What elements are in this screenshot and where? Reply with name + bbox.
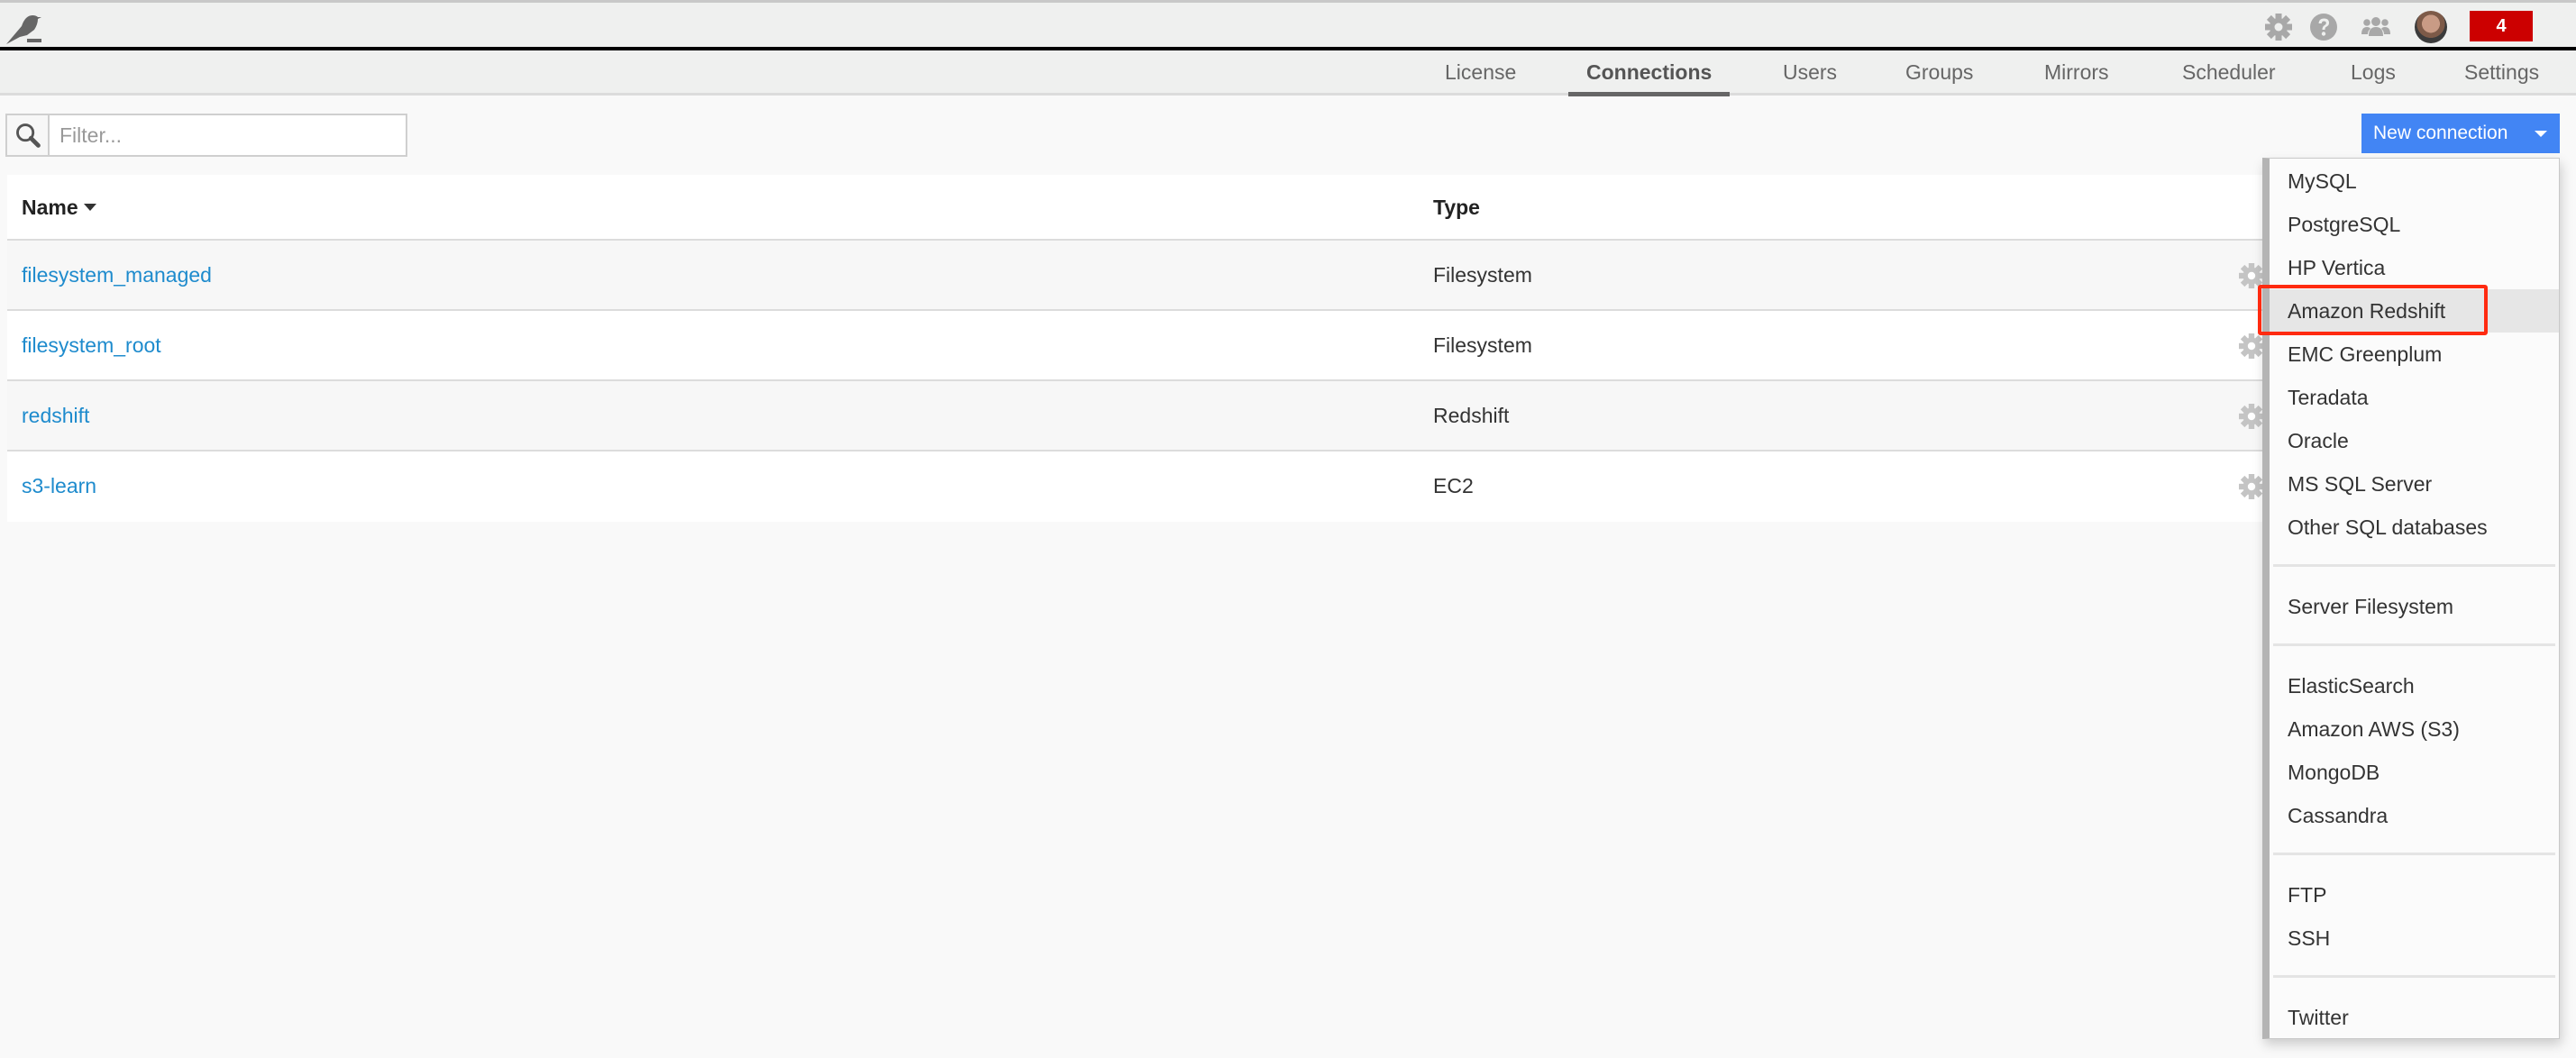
tab-connections[interactable]: Connections [1567, 50, 1731, 96]
column-header-name[interactable]: Name [22, 175, 96, 240]
menu-item-amazon-redshift[interactable]: Amazon Redshift [2270, 289, 2559, 333]
menu-divider [2273, 975, 2555, 978]
tab-license[interactable]: License [1445, 50, 1516, 93]
connection-type: Filesystem [1433, 333, 1532, 357]
menu-item-mongodb[interactable]: MongoDB [2270, 751, 2559, 794]
column-name-label: Name [22, 196, 78, 219]
sort-desc-icon [83, 203, 96, 211]
tab-settings[interactable]: Settings [2464, 50, 2539, 93]
menu-item-twitter[interactable]: Twitter [2270, 996, 2559, 1039]
table-row: s3-learn EC2 [7, 451, 2558, 522]
menu-item-amazon-s3[interactable]: Amazon AWS (S3) [2270, 707, 2559, 751]
menu-item-ftp[interactable]: FTP [2270, 873, 2559, 917]
column-header-type[interactable]: Type [1433, 175, 1480, 240]
connection-type: EC2 [1433, 474, 1474, 497]
new-connection-label: New connection [2373, 123, 2508, 143]
menu-item-ssh[interactable]: SSH [2270, 917, 2559, 960]
table-row: filesystem_managed Filesystem [7, 241, 2558, 311]
new-connection-button[interactable]: New connection [2361, 114, 2560, 153]
notification-badge[interactable]: 4 [2470, 11, 2533, 41]
menu-item-mysql[interactable]: MySQL [2270, 160, 2559, 203]
menu-item-postgresql[interactable]: PostgreSQL [2270, 203, 2559, 246]
tab-groups[interactable]: Groups [1905, 50, 1973, 93]
gear-icon[interactable] [2263, 12, 2294, 42]
filter-input[interactable] [52, 115, 404, 155]
tab-mirrors[interactable]: Mirrors [2044, 50, 2109, 93]
new-connection-menu: MySQL PostgreSQL HP Vertica Amazon Redsh… [2262, 158, 2560, 1039]
tab-logs[interactable]: Logs [2351, 50, 2396, 93]
connection-type: Filesystem [1433, 263, 1532, 287]
connection-name-link[interactable]: filesystem_root [22, 311, 161, 379]
menu-item-other-sql[interactable]: Other SQL databases [2270, 506, 2559, 549]
menu-divider [2273, 643, 2555, 646]
filter-box [5, 114, 407, 157]
tab-scheduler[interactable]: Scheduler [2182, 50, 2276, 93]
table-row: filesystem_root Filesystem [7, 311, 2558, 381]
table-header: Name Type [7, 175, 2558, 241]
table-body: filesystem_managed Filesystem filesystem… [7, 241, 2558, 522]
menu-item-elasticsearch[interactable]: ElasticSearch [2270, 664, 2559, 707]
menu-item-hp-vertica[interactable]: HP Vertica [2270, 246, 2559, 289]
top-header: 4 [0, 0, 2576, 50]
caret-down-icon [2535, 131, 2547, 137]
help-icon[interactable] [2308, 12, 2339, 42]
menu-item-oracle[interactable]: Oracle [2270, 419, 2559, 462]
menu-item-ms-sql-server[interactable]: MS SQL Server [2270, 462, 2559, 506]
connection-name-link[interactable]: filesystem_managed [22, 241, 212, 309]
admin-tab-bar: License Connections Users Groups Mirrors… [0, 50, 2576, 96]
menu-divider [2273, 564, 2555, 567]
menu-item-teradata[interactable]: Teradata [2270, 376, 2559, 419]
search-icon [7, 115, 50, 155]
connection-name-link[interactable]: s3-learn [22, 451, 96, 520]
menu-item-server-filesystem[interactable]: Server Filesystem [2270, 585, 2559, 628]
connection-type: Redshift [1433, 404, 1510, 427]
connection-name-link[interactable]: redshift [22, 381, 89, 450]
menu-item-emc-greenplum[interactable]: EMC Greenplum [2270, 333, 2559, 376]
users-icon[interactable] [2361, 12, 2391, 42]
table-row: redshift Redshift [7, 381, 2558, 451]
connections-table: Name Type filesystem_managed Filesystem … [7, 175, 2558, 522]
bird-logo-icon[interactable] [4, 8, 43, 46]
menu-item-cassandra[interactable]: Cassandra [2270, 794, 2559, 837]
tab-users[interactable]: Users [1783, 50, 1837, 93]
menu-divider [2273, 853, 2555, 855]
user-avatar[interactable] [2415, 11, 2447, 43]
